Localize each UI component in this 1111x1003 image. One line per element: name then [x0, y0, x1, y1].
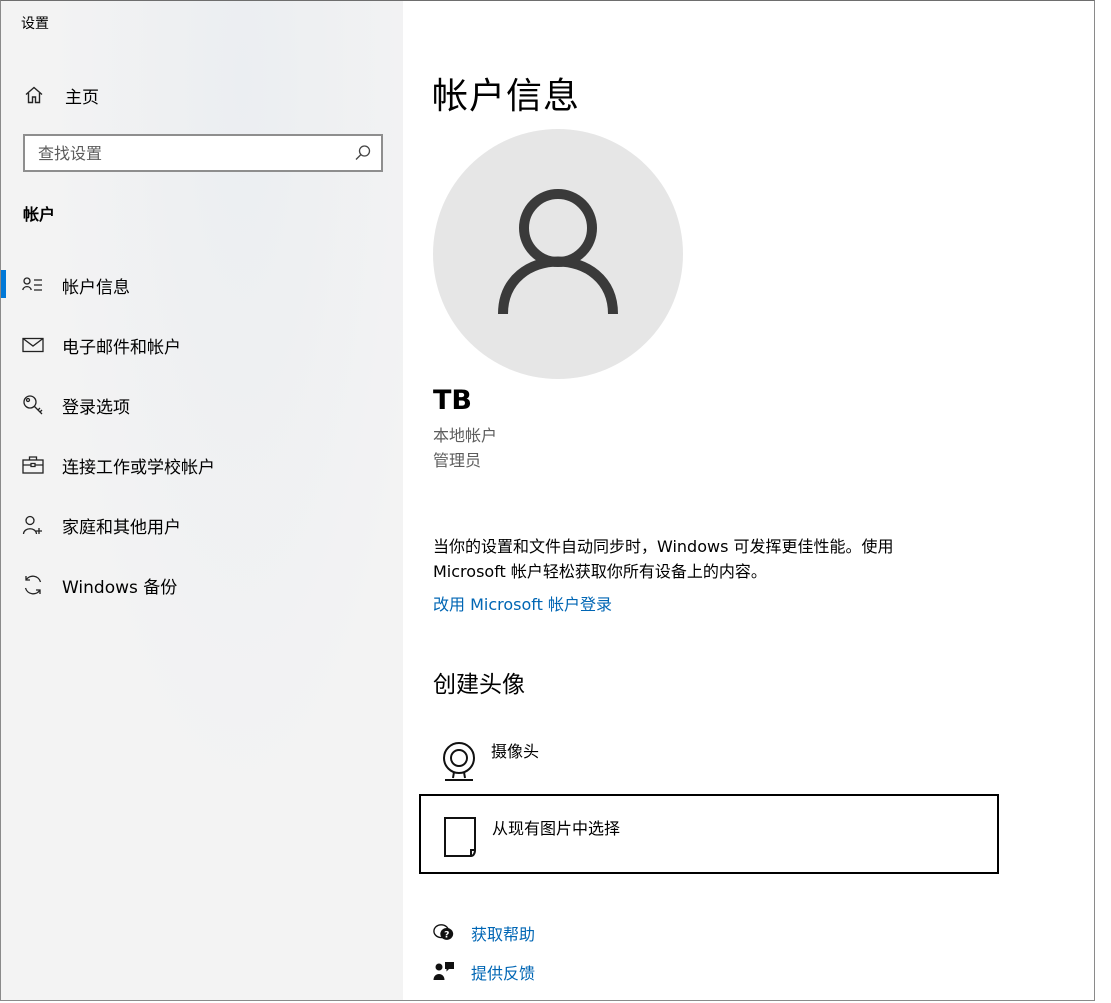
- account-type: 本地帐户: [433, 426, 498, 445]
- user-avatar-icon: [498, 189, 618, 315]
- section-header-accounts: 帐户: [23, 205, 56, 224]
- get-help-link[interactable]: ? 获取帮助: [433, 921, 535, 945]
- sidebar-item-label: Windows 备份: [62, 577, 178, 598]
- briefcase-icon: [22, 454, 44, 476]
- feedback-link[interactable]: 提供反馈: [433, 960, 535, 984]
- feedback-label: 提供反馈: [471, 964, 536, 983]
- sidebar: 设置 主页 帐户: [1, 1, 403, 1000]
- main-content: 帐户信息 TB 本地帐户 管理员 当你的设置和文件自动同步时，Windows 可…: [403, 1, 1094, 1000]
- sidebar-item-account-info[interactable]: 帐户信息: [1, 255, 403, 315]
- account-role: 管理员: [433, 451, 482, 470]
- sidebar-item-home-label: 主页: [65, 87, 99, 108]
- browse-picture-option[interactable]: 从现有图片中选择: [419, 794, 999, 874]
- help-icon: ?: [433, 922, 455, 944]
- settings-window: 设置 主页 帐户: [0, 0, 1095, 1001]
- camera-option-label: 摄像头: [491, 742, 540, 761]
- camera-option[interactable]: 摄像头: [419, 721, 999, 801]
- microsoft-signin-link[interactable]: 改用 Microsoft 帐户登录: [433, 591, 612, 615]
- sync-message: 当你的设置和文件自动同步时，Windows 可发挥更佳性能。使用 Microso…: [433, 537, 894, 581]
- sidebar-nav: 帐户信息 电子邮件和帐户 登录选项 连接工作或学校帐户 家庭和其他用户 Wind…: [1, 255, 403, 615]
- sync-icon: [22, 574, 44, 596]
- browse-option-label: 从现有图片中选择: [492, 819, 621, 838]
- search-box[interactable]: [23, 134, 383, 172]
- mail-icon: [22, 334, 44, 356]
- get-help-label: 获取帮助: [471, 925, 536, 944]
- home-icon: [23, 84, 45, 106]
- create-avatar-title: 创建头像: [433, 672, 525, 698]
- document-icon: [443, 816, 477, 864]
- sidebar-item-home[interactable]: 主页: [23, 81, 99, 109]
- sidebar-item-work-school[interactable]: 连接工作或学校帐户: [1, 435, 403, 495]
- search-icon[interactable]: [353, 143, 373, 167]
- account-info-icon: [22, 274, 44, 296]
- add-user-icon: [22, 514, 44, 536]
- sidebar-item-label: 电子邮件和帐户: [62, 337, 181, 358]
- key-icon: [22, 394, 44, 416]
- sidebar-item-label: 登录选项: [62, 397, 130, 418]
- sidebar-item-sign-in-options[interactable]: 登录选项: [1, 375, 403, 435]
- sidebar-item-email-accounts[interactable]: 电子邮件和帐户: [1, 315, 403, 375]
- sidebar-item-family-users[interactable]: 家庭和其他用户: [1, 495, 403, 555]
- sidebar-item-label: 连接工作或学校帐户: [62, 457, 215, 478]
- avatar: [433, 129, 683, 379]
- sidebar-item-windows-backup[interactable]: Windows 备份: [1, 555, 403, 615]
- feedback-icon: [433, 961, 455, 983]
- page-title: 帐户信息: [432, 76, 581, 117]
- sidebar-item-label: 家庭和其他用户: [62, 517, 181, 538]
- sidebar-item-label: 帐户信息: [62, 277, 130, 298]
- search-input[interactable]: [38, 138, 338, 168]
- svg-text:?: ?: [444, 930, 449, 941]
- window-title: 设置: [21, 16, 49, 32]
- camera-icon: [441, 741, 477, 787]
- user-name: TB: [433, 385, 472, 416]
